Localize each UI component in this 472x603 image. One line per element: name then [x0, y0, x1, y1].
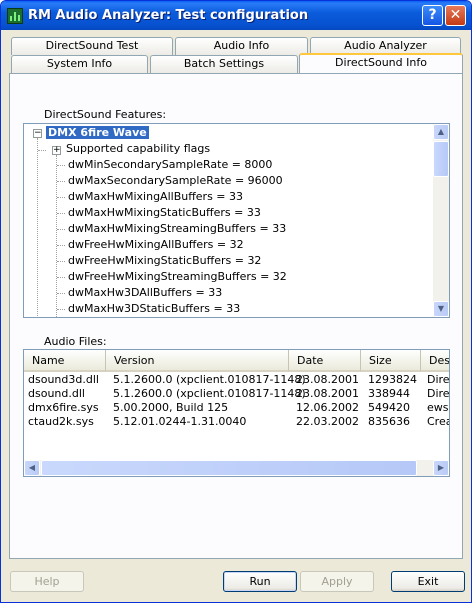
title-bar[interactable]: RM Audio Analyzer: Test configuration ? … — [1, 1, 471, 30]
features-tree[interactable]: − DMX 6fire Wave + Supported capability … — [23, 123, 450, 318]
tree-item[interactable]: dwFreeHwMixingAllBuffers = 32 — [68, 237, 244, 253]
table-cell: 22.03.2002 — [296, 415, 359, 428]
table-cell: 23.08.2001 — [296, 373, 359, 386]
tab-batch-settings[interactable]: Batch Settings — [150, 55, 298, 73]
tab-audio-info[interactable]: Audio Info — [175, 37, 308, 55]
column-header-date[interactable]: Date — [289, 350, 361, 372]
table-cell: 5.00.2000, Build 125 — [113, 401, 229, 414]
main-window: RM Audio Analyzer: Test configuration ? … — [0, 0, 472, 603]
table-cell: 12.06.2002 — [296, 401, 359, 414]
table-cell: 549420 — [368, 401, 410, 414]
table-cell: 1293824 — [368, 373, 417, 386]
run-button[interactable]: Run — [223, 571, 297, 592]
tree-item[interactable]: dwMaxHw3DAllBuffers = 33 — [68, 285, 222, 301]
table-cell: dsound.dll — [28, 387, 85, 400]
column-header-name[interactable]: Name — [24, 350, 106, 372]
tree-item[interactable]: dwMaxHwMixingAllBuffers = 33 — [68, 189, 243, 205]
scroll-up-icon[interactable]: ▲ — [433, 124, 449, 140]
features-label: DirectSound Features: — [44, 108, 167, 121]
table-cell: Creal — [427, 415, 449, 428]
scroll-down-icon[interactable]: ▼ — [433, 301, 449, 317]
table-cell: dsound3d.dll — [28, 373, 99, 386]
app-icon — [7, 8, 23, 24]
table-cell: 835636 — [368, 415, 410, 428]
table-cell: 5.1.2600.0 (xpclient.010817-1148) — [113, 387, 306, 400]
tree-item[interactable]: dwMinSecondarySampleRate = 8000 — [68, 157, 272, 173]
tree-item[interactable]: dwFreeHwMixingStreamingBuffers = 32 — [68, 269, 287, 285]
help-button[interactable]: Help — [10, 571, 84, 592]
help-title-button[interactable]: ? — [422, 5, 443, 26]
table-cell: ctaud2k.sys — [28, 415, 94, 428]
tree-root[interactable]: DMX 6fire Wave — [46, 125, 149, 141]
table-cell: Direc — [427, 373, 450, 386]
tree-item[interactable]: dwMaxHwMixingStaticBuffers = 33 — [68, 205, 261, 221]
table-cell: 338944 — [368, 387, 410, 400]
close-button[interactable]: ✕ — [445, 5, 466, 26]
tree-item[interactable]: dwMaxHw3DStaticBuffers = 33 — [68, 301, 240, 317]
collapse-icon[interactable]: − — [33, 129, 42, 138]
scroll-thumb-horizontal[interactable] — [41, 460, 417, 476]
column-header-version[interactable]: Version — [106, 350, 289, 372]
scroll-thumb[interactable] — [433, 141, 449, 177]
question-icon: ? — [428, 7, 437, 23]
table-cell: 23.08.2001 — [296, 387, 359, 400]
table-cell: Direc — [427, 387, 450, 400]
features-vertical-scrollbar[interactable]: ▲ ▼ — [433, 124, 449, 317]
tab-directsound-test[interactable]: DirectSound Test — [11, 37, 173, 55]
scroll-right-icon[interactable]: ▶ — [433, 460, 449, 476]
apply-button[interactable]: Apply — [300, 571, 374, 592]
table-cell: 5.1.2600.0 (xpclient.010817-1148) — [113, 373, 306, 386]
audio-files-label: Audio Files: — [44, 335, 107, 348]
tree-item[interactable]: dwMaxHwMixingStreamingBuffers = 33 — [68, 221, 286, 237]
table-cell: ews8 — [427, 401, 449, 414]
scroll-left-icon[interactable]: ◀ — [24, 460, 40, 476]
window-title: RM Audio Analyzer: Test configuration — [28, 8, 309, 23]
expand-icon[interactable]: + — [52, 146, 61, 155]
table-cell: dmx6fire.sys — [28, 401, 99, 414]
tree-item[interactable]: dwMaxSecondarySampleRate = 96000 — [68, 173, 283, 189]
tree-item-capability-flags[interactable]: Supported capability flags — [66, 141, 210, 157]
files-horizontal-scrollbar[interactable]: ◀ ▶ — [24, 460, 449, 476]
exit-button[interactable]: Exit — [391, 571, 465, 592]
tree-item[interactable]: dwFreeHwMixingStaticBuffers = 32 — [68, 253, 261, 269]
audio-files-list[interactable]: Name Version Date Size Desc dsound3d.dll… — [23, 349, 450, 477]
column-header-size[interactable]: Size — [361, 350, 421, 372]
close-icon: ✕ — [449, 7, 462, 23]
table-cell: 5.12.01.0244-1.31.0040 — [113, 415, 247, 428]
tab-system-info[interactable]: System Info — [11, 55, 148, 73]
column-header-desc[interactable]: Desc — [421, 350, 449, 372]
tab-directsound-info[interactable]: DirectSound Info — [299, 53, 463, 73]
